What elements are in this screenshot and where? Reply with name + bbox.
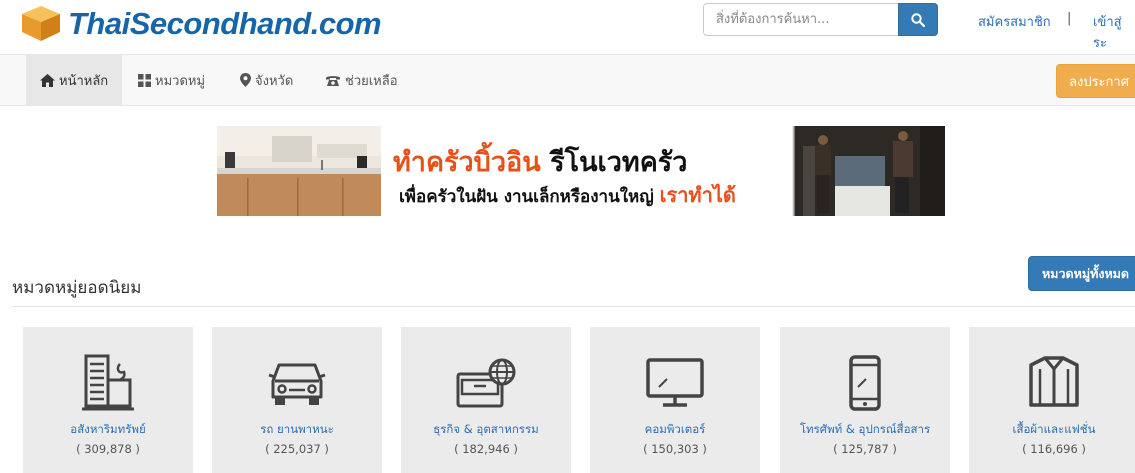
map-marker-icon [240,73,251,87]
nav-home-label: หน้าหลัก [59,73,109,89]
search-bar [703,3,938,36]
category-count: ( 150,303 ) [643,442,707,456]
nav-home[interactable]: หน้าหลัก [26,55,123,105]
category-count: ( 125,787 ) [833,442,897,456]
promo-banner[interactable]: ทำครัวบิ้วอิน รีโนเวทครัว เพื่อครัวในฝัน… [217,126,945,216]
logo-text: ThaiSecondhand.com [68,5,382,41]
car-icon [268,363,326,405]
grid-icon [138,73,151,87]
login-link[interactable]: เข้าสู่ระ [1093,11,1135,53]
category-name[interactable]: อสังหาริมทรัพย์ [70,421,145,439]
category-count: ( 309,878 ) [76,442,140,456]
category-name[interactable]: รถ ยานพาหนะ [260,421,334,439]
category-card-computers[interactable]: คอมพิวเตอร์ ( 150,303 ) [590,327,760,473]
register-link[interactable]: สมัครสมาชิก [978,11,1051,32]
section-title: หมวดหมู่ยอดนิยม [12,278,142,298]
nav-categories[interactable]: หมวดหมู่ [124,55,219,105]
card-icon-wrap [1022,351,1086,415]
kitchen-photo [217,126,381,216]
banner-subline: เพื่อครัวในฝัน งานเล็กหรืองานใหญ่ เราทำไ… [399,179,736,211]
banner-headline-black: รีโนเวทครัว [550,147,688,178]
category-card-fashion[interactable]: เสื้อผ้าและแฟชั่น ( 116,696 ) [969,327,1135,473]
category-name[interactable]: โทรศัพท์ & อุปกรณ์สื่อสาร [800,421,930,439]
card-icon-wrap [76,351,140,415]
category-card-phones[interactable]: โทรศัพท์ & อุปกรณ์สื่อสาร ( 125,787 ) [780,327,950,473]
all-categories-button[interactable]: หมวดหมู่ทั้งหมด [1028,256,1135,291]
card-icon-wrap [833,351,897,415]
auth-separator: | [1067,11,1072,26]
nav-provinces-label: จังหวัด [255,73,294,89]
card-icon-wrap [265,351,329,415]
search-icon [911,12,925,27]
site-logo[interactable]: ThaiSecondhand.com [20,4,382,42]
main-navbar: หน้าหลัก หมวดหมู่ จังหวัด ช่วยเหลือ ลงปร… [0,54,1135,106]
nav-provinces[interactable]: จังหวัด [226,55,307,105]
card-icon-wrap [454,351,518,415]
nav-categories-label: หมวดหมู่ [155,73,206,89]
section-divider [12,306,1135,307]
phone-icon [326,75,340,86]
workers-photo [795,126,945,216]
card-icon-wrap [643,351,707,415]
category-count: ( 116,696 ) [1022,442,1086,456]
building-icon [82,354,134,411]
category-name[interactable]: ธุรกิจ & อุตสาหกรรม [433,421,539,439]
post-ad-button[interactable]: ลงประกาศ [1056,64,1135,98]
business-icon [456,358,516,408]
search-button[interactable] [898,3,938,36]
category-card-business[interactable]: ธุรกิจ & อุตสาหกรรม ( 182,946 ) [401,327,571,473]
category-name[interactable]: คอมพิวเตอร์ [645,421,706,439]
category-name[interactable]: เสื้อผ้าและแฟชั่น [1013,421,1096,439]
category-count: ( 182,946 ) [454,442,518,456]
box-logo-icon [22,6,60,41]
home-icon [40,73,55,87]
banner-subline-black: เพื่อครัวในฝัน งานเล็กหรืองานใหญ่ [399,187,654,207]
shirt-icon [1029,356,1079,407]
smartphone-icon [849,355,881,411]
banner-subline-orange: เราทำได้ [659,183,736,207]
site-header: ThaiSecondhand.com สมัครสมาชิก | เข้าสู่… [0,0,1135,54]
category-count: ( 225,037 ) [265,442,329,456]
banner-headline-orange: ทำครัวบิ้วอิน [393,147,541,178]
category-card-real-estate[interactable]: อสังหาริมทรัพย์ ( 309,878 ) [23,327,193,473]
nav-help-label: ช่วยเหลือ [345,73,398,89]
category-card-vehicles[interactable]: รถ ยานพาหนะ ( 225,037 ) [212,327,382,473]
monitor-icon [646,358,704,407]
banner-headline: ทำครัวบิ้วอิน รีโนเวทครัว [393,140,687,183]
search-input[interactable] [703,3,898,36]
nav-help[interactable]: ช่วยเหลือ [311,55,412,105]
